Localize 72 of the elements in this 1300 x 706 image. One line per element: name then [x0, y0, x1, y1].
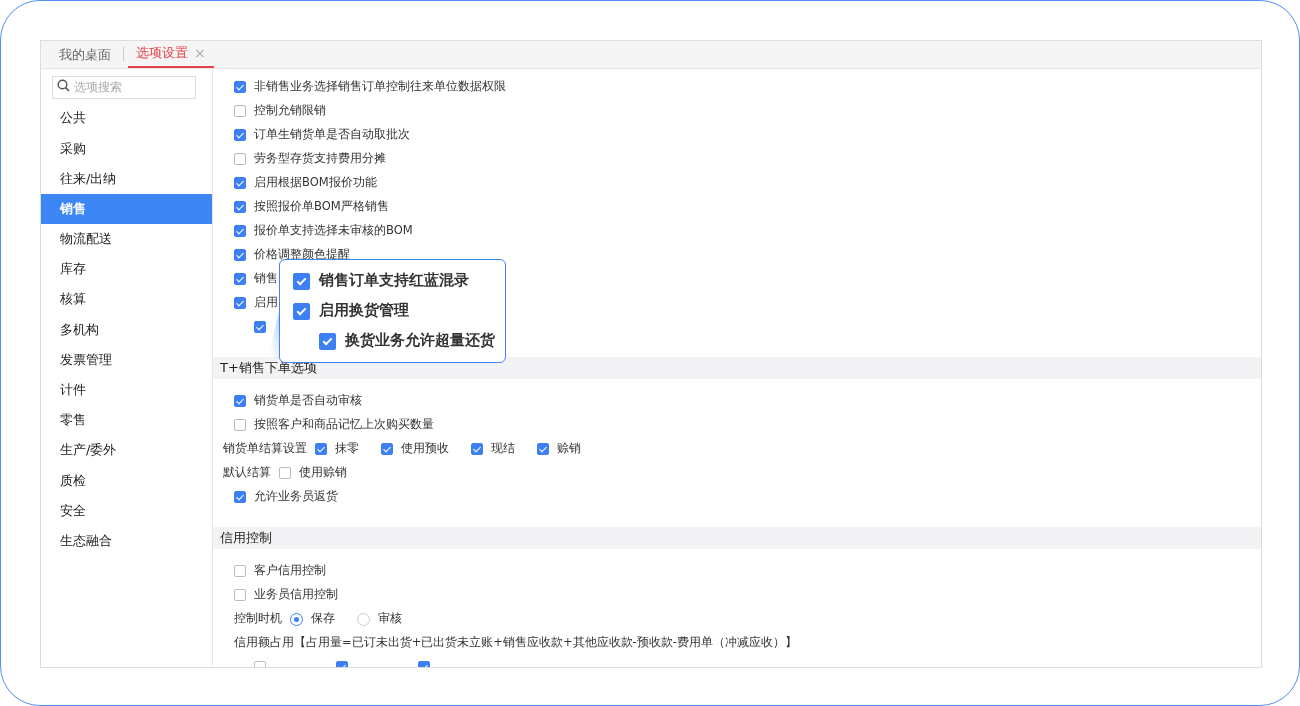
checkbox[interactable] [234, 129, 246, 141]
checkbox[interactable] [381, 443, 393, 455]
tab[interactable]: 选项设置 × [128, 41, 214, 68]
option-label: 使用赊销 [299, 464, 347, 482]
option-label: 订单生销货单是否自动取批次 [254, 126, 410, 144]
option-label: 业务员信用控制 [254, 586, 338, 604]
option-label: 按照报价单BOM严格销售 [254, 198, 389, 216]
sidebar-item[interactable]: 核算 [41, 284, 212, 315]
checkbox[interactable] [234, 105, 246, 117]
option-label: 控制时机 [234, 610, 282, 628]
option-label: 保存 [311, 610, 335, 628]
sidebar-item[interactable]: 公共 [41, 103, 212, 134]
checkbox[interactable] [537, 443, 549, 455]
option-label: 控制允销限销 [254, 102, 326, 120]
checkbox[interactable] [234, 419, 246, 431]
option-label: 价格调整颜色提醒 [254, 246, 350, 264]
option-label: 使用预收 [401, 440, 449, 458]
checkbox[interactable] [293, 302, 310, 320]
sidebar-item[interactable]: 多机构 [41, 314, 212, 345]
checkbox[interactable] [234, 491, 246, 503]
checkbox[interactable] [254, 321, 266, 333]
checkbox[interactable] [234, 297, 246, 309]
option-label: 启用根据BOM报价功能 [254, 174, 377, 192]
checkbox[interactable] [234, 177, 246, 189]
option-label: 按照客户和商品记忆上次购买数量 [254, 416, 434, 434]
sidebar-item[interactable]: 往来/出纳 [41, 163, 212, 194]
option-label: 允许业务员返货 [254, 488, 338, 506]
option-label: 审核 [378, 610, 402, 628]
option-label: 赊销 [557, 440, 581, 458]
sidebar-item[interactable]: 库存 [41, 253, 212, 285]
checkbox[interactable] [234, 565, 246, 577]
checkbox[interactable] [234, 81, 246, 93]
option-label: 现结 [491, 440, 515, 458]
option-label: 默认结算 [223, 464, 271, 482]
option-label: 销货单结算设置 [223, 440, 307, 458]
option-label: 劳务型存货支持费用分摊 [254, 150, 386, 168]
checkbox[interactable] [234, 589, 246, 601]
checkbox[interactable] [319, 332, 336, 350]
sidebar-item[interactable]: 发票管理 [41, 344, 212, 375]
sidebar-item[interactable]: 销售 [41, 193, 212, 224]
checkbox[interactable] [234, 395, 246, 407]
sidebar-item[interactable]: 质检 [41, 465, 212, 496]
checkbox[interactable] [471, 443, 483, 455]
checkbox[interactable] [234, 225, 246, 237]
sidebar-item[interactable]: 计件 [41, 374, 212, 405]
option-label: 销货单是否自动审核 [254, 392, 362, 410]
checkbox[interactable] [234, 273, 246, 285]
option-label: 销售 [254, 270, 278, 288]
option-label: 换货业务允许超量还货 [345, 331, 495, 351]
checkbox[interactable] [234, 201, 246, 213]
search-field[interactable]: 选项搜索 [52, 75, 196, 99]
sidebar-item[interactable]: 生态融合 [41, 525, 212, 556]
checkbox[interactable] [315, 443, 327, 455]
section-header: 信用控制 [213, 527, 1261, 549]
sidebar-item[interactable]: 物流配送 [41, 223, 212, 254]
option-label: 抹零 [335, 440, 359, 458]
checkbox[interactable] [293, 272, 310, 290]
option-label: 客户信用控制 [254, 562, 326, 580]
sidebar-item[interactable]: 采购 [41, 133, 212, 164]
option-label: 非销售业务选择销售订单控制往来单位数据权限 [254, 78, 506, 96]
sidebar-item[interactable]: 零售 [41, 404, 212, 436]
checkbox[interactable] [234, 153, 246, 165]
option-label: 信用额占用【占用量=已订未出货+已出货未立账+销售应收款+其他应收款-预收款-费用单（冲减应收）】 [234, 634, 797, 652]
option-label: 启用 [254, 294, 278, 312]
tab[interactable]: 我的桌面 [51, 42, 119, 68]
option-label: 启用换货管理 [319, 301, 409, 321]
sidebar-item[interactable]: 生产/委外 [41, 435, 212, 466]
checkbox[interactable] [279, 467, 291, 479]
sidebar-item[interactable]: 安全 [41, 495, 212, 526]
checkbox[interactable] [234, 249, 246, 261]
option-label: 销售订单支持红蓝混录 [319, 271, 469, 291]
option-label: 报价单支持选择未审核的BOM [254, 222, 413, 240]
